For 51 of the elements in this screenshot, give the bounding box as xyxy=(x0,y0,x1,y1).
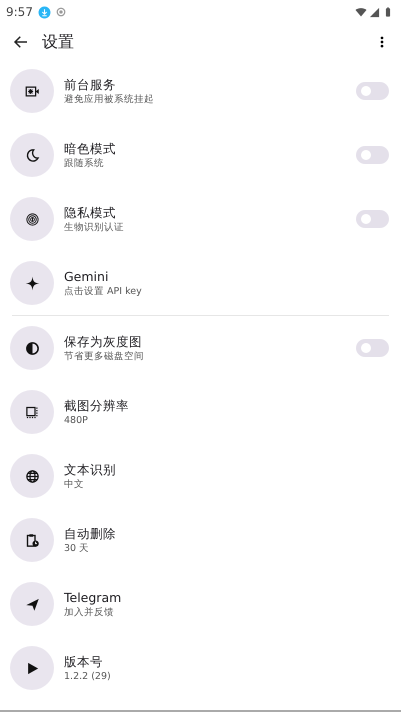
settings-item[interactable]: 自动删除 30 天 xyxy=(0,508,401,572)
toggle-switch[interactable] xyxy=(356,339,389,357)
globe-icon xyxy=(10,454,54,498)
contrast-icon xyxy=(10,326,54,370)
setting-title: Telegram xyxy=(64,590,122,606)
setting-title: 自动删除 xyxy=(64,526,117,542)
setting-subtitle: 避免应用被系统挂起 xyxy=(64,92,155,106)
sparkle-icon xyxy=(10,261,54,305)
setting-subtitle: 跟随系统 xyxy=(64,156,105,170)
setting-title: 隐私模式 xyxy=(64,204,117,220)
paper-plane-icon xyxy=(10,582,54,626)
toggle-switch[interactable] xyxy=(356,210,389,228)
clipboard-clock-icon xyxy=(10,518,54,562)
play-icon xyxy=(10,646,54,690)
settings-item[interactable]: 保存为灰度图 节省更多磁盘空间 xyxy=(0,316,401,380)
setting-title: 保存为灰度图 xyxy=(64,334,143,350)
battery-icon xyxy=(383,6,393,18)
video-icon xyxy=(10,69,54,113)
settings-item[interactable]: 截图分辨率 480P xyxy=(0,380,401,444)
settings-item[interactable]: Telegram 加入并反馈 xyxy=(0,572,401,636)
setting-subtitle: 加入并反馈 xyxy=(64,606,115,618)
page-title: 设置 xyxy=(42,30,74,52)
toggle-switch[interactable] xyxy=(356,82,389,100)
settings-item[interactable]: 暗色模式 跟随系统 xyxy=(0,123,401,187)
toggle-switch[interactable] xyxy=(356,146,389,164)
moon-icon xyxy=(10,133,54,177)
download-icon xyxy=(38,6,51,18)
wifi-icon xyxy=(355,6,367,18)
setting-subtitle: 480P xyxy=(64,414,89,426)
settings-item[interactable]: Gemini 点击设置 API key xyxy=(0,251,401,315)
fingerprint-icon xyxy=(10,197,54,241)
notification-icon xyxy=(56,7,66,17)
setting-subtitle: 生物识别认证 xyxy=(64,220,125,234)
setting-subtitle: 节省更多磁盘空间 xyxy=(64,350,145,362)
setting-title: 文本识别 xyxy=(64,462,117,478)
setting-subtitle: 1.2.2 (29) xyxy=(64,670,112,682)
setting-title: 截图分辨率 xyxy=(64,398,130,414)
clock: 9:57 xyxy=(6,4,33,21)
setting-subtitle: 中文 xyxy=(64,478,85,490)
setting-subtitle: 30 天 xyxy=(64,542,90,554)
settings-item[interactable]: 前台服务 避免应用被系统挂起 xyxy=(0,59,401,123)
signal-icon xyxy=(369,6,380,18)
settings-item[interactable]: 版本号 1.2.2 (29) xyxy=(0,636,401,700)
setting-title: 版本号 xyxy=(64,654,104,670)
settings-item[interactable]: 隐私模式 生物识别认证 xyxy=(0,187,401,251)
setting-title: 暗色模式 xyxy=(64,140,117,156)
resize-icon xyxy=(10,390,54,434)
setting-title: Gemini xyxy=(64,268,110,284)
setting-subtitle: 点击设置 API key xyxy=(64,284,143,298)
settings-item[interactable]: 文本识别 中文 xyxy=(0,444,401,508)
setting-title: 前台服务 xyxy=(64,76,117,92)
